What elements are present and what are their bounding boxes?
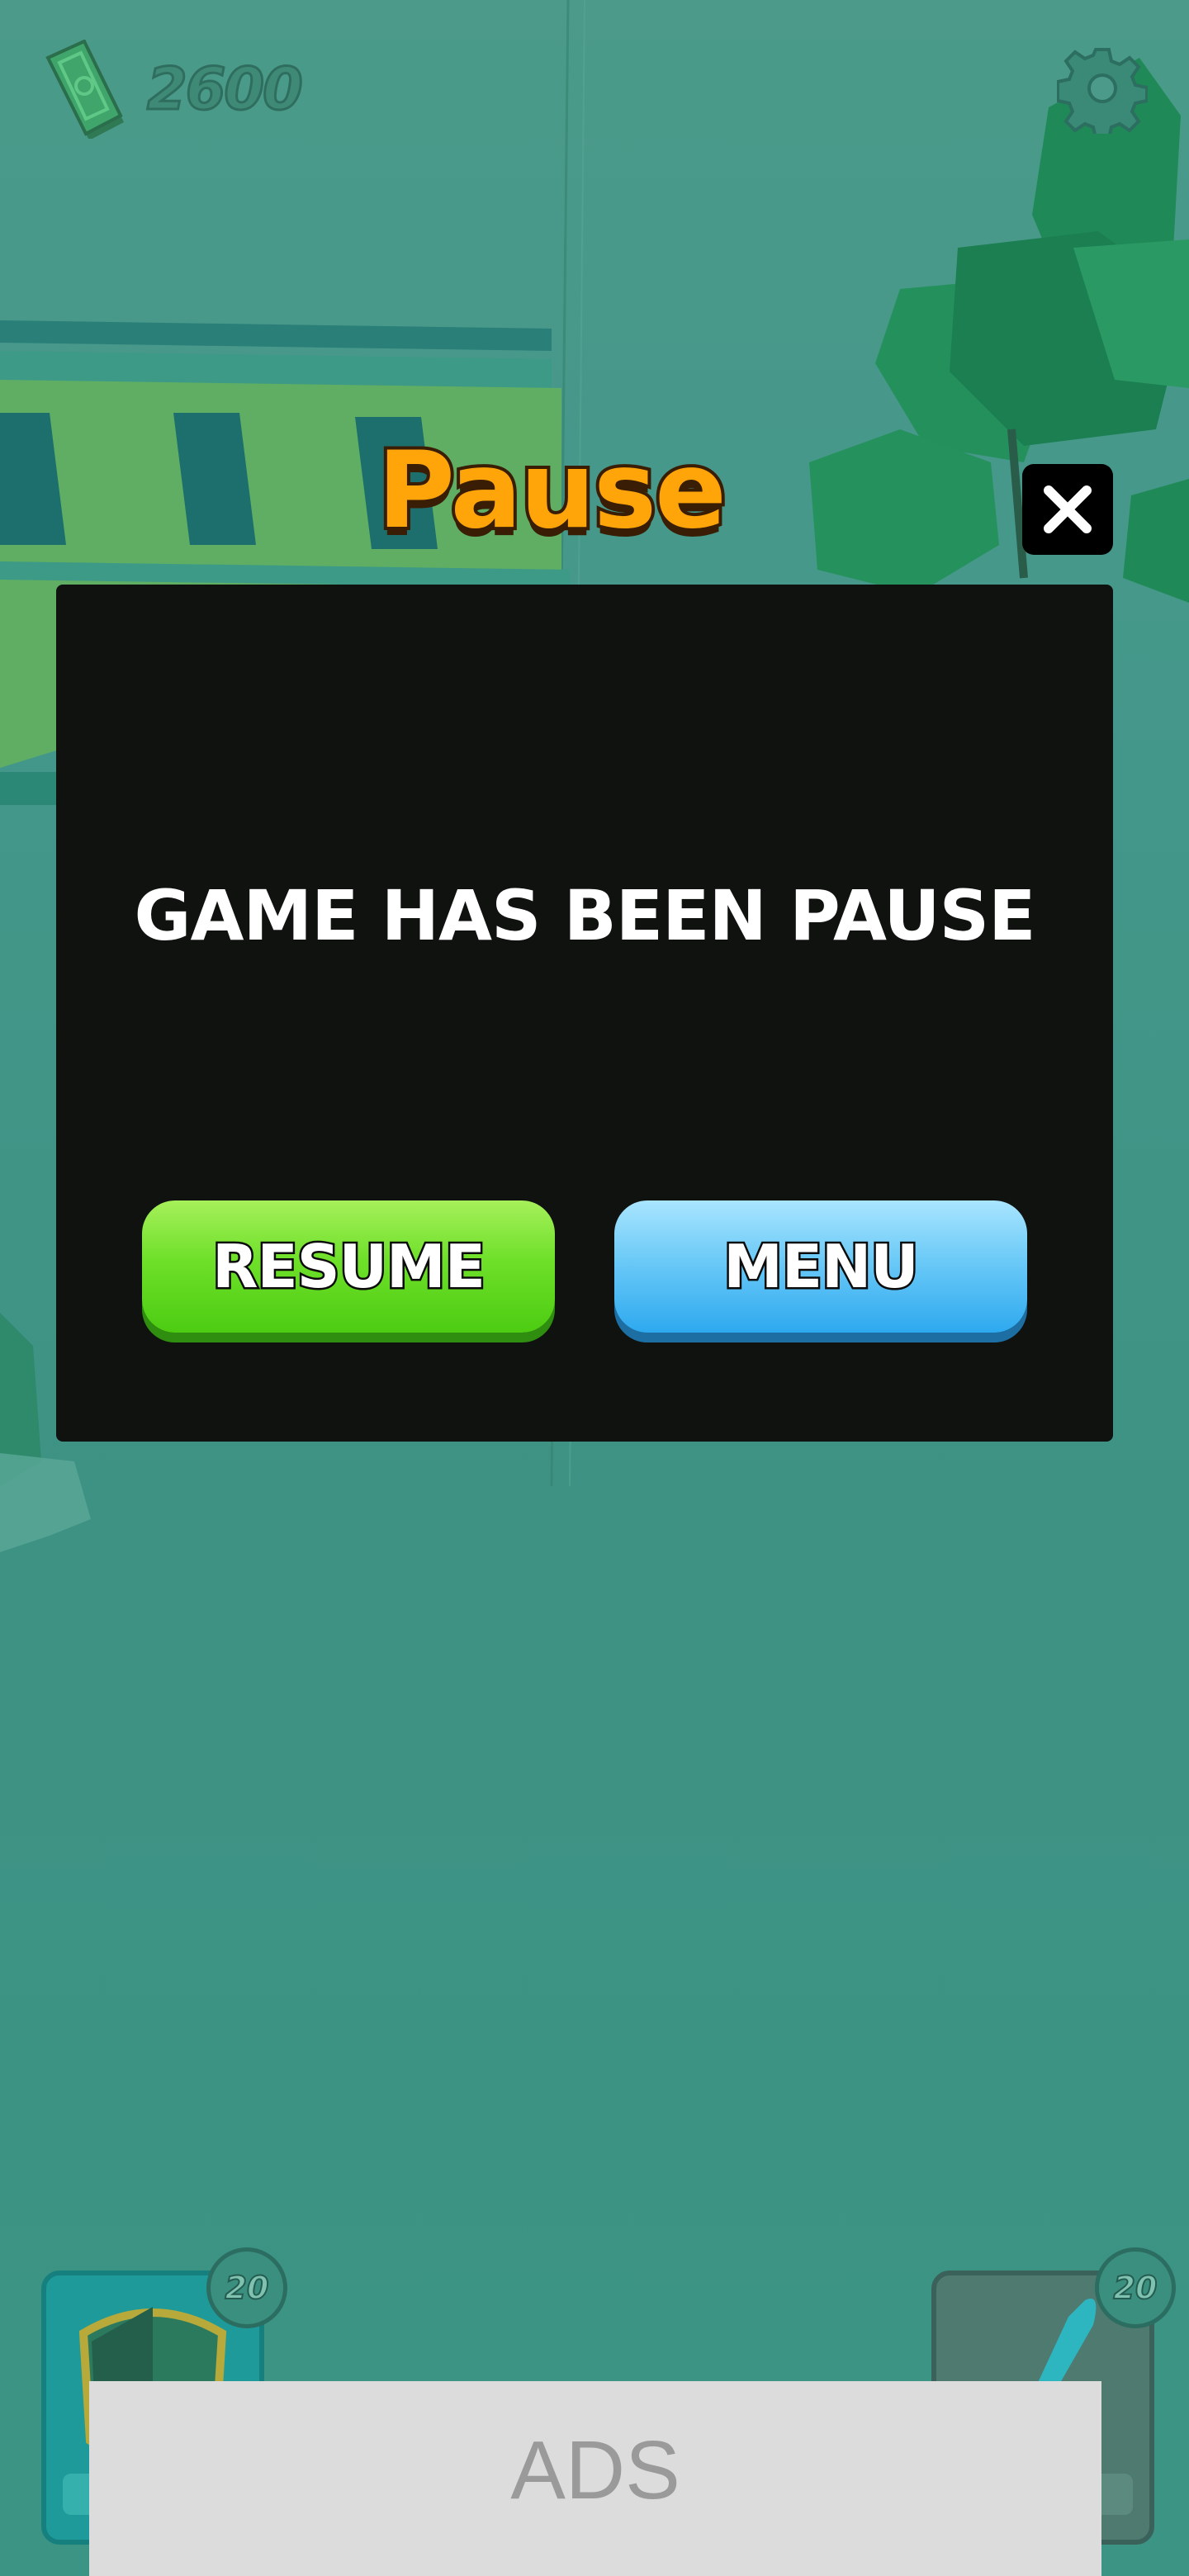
pause-dialog: GAME HAS BEEN PAUSE RESUME MENU <box>56 585 1113 1442</box>
cash-counter: 2600 <box>41 39 305 140</box>
ads-banner[interactable]: ADS <box>89 2381 1101 2576</box>
pause-message: GAME HAS BEEN PAUSE <box>134 875 1036 956</box>
cash-icon <box>41 39 132 140</box>
close-button[interactable] <box>1022 464 1113 555</box>
ads-label: ADS <box>510 2423 680 2517</box>
gear-icon <box>1056 48 1149 140</box>
menu-label: MENU <box>722 1230 921 1304</box>
menu-button[interactable]: MENU <box>614 1200 1027 1333</box>
resume-button[interactable]: RESUME <box>142 1200 555 1333</box>
resume-label: RESUME <box>211 1230 488 1304</box>
pause-title: Pause <box>374 426 730 556</box>
cash-value: 2600 <box>146 54 305 125</box>
shield-count-badge: 20 <box>206 2247 287 2328</box>
settings-button[interactable] <box>1056 43 1149 140</box>
sword-count-badge: 20 <box>1095 2247 1176 2328</box>
close-icon <box>1044 485 1092 533</box>
